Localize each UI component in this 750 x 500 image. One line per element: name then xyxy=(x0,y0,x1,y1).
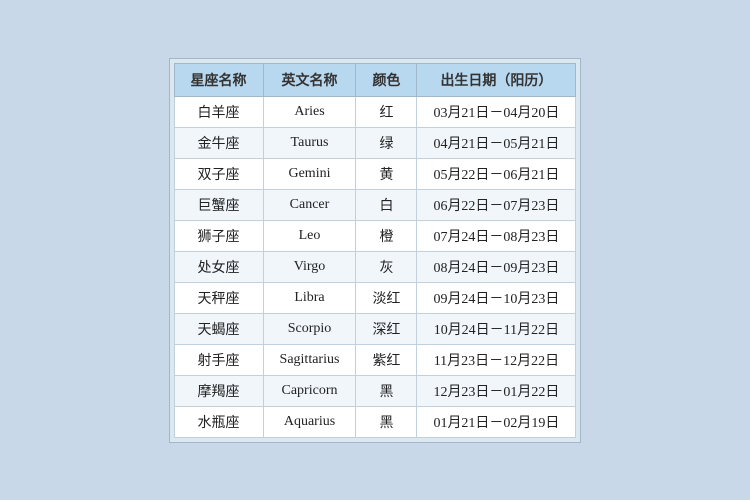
table-row: 双子座Gemini黄05月22日－06月21日 xyxy=(174,158,576,189)
table-cell: Gemini xyxy=(263,158,356,189)
table-row: 天秤座Libra淡红09月24日－10月23日 xyxy=(174,282,576,313)
table-cell: 黑 xyxy=(356,375,417,406)
table-row: 白羊座Aries红03月21日－04月20日 xyxy=(174,96,576,127)
table-cell: Virgo xyxy=(263,251,356,282)
table-cell: 01月21日－02月19日 xyxy=(417,406,576,437)
table-cell: Capricorn xyxy=(263,375,356,406)
table-cell: 03月21日－04月20日 xyxy=(417,96,576,127)
table-cell: 金牛座 xyxy=(174,127,263,158)
table-cell: Aries xyxy=(263,96,356,127)
table-cell: Scorpio xyxy=(263,313,356,344)
table-row: 巨蟹座Cancer白06月22日－07月23日 xyxy=(174,189,576,220)
table-row: 金牛座Taurus绿04月21日－05月21日 xyxy=(174,127,576,158)
table-cell: 橙 xyxy=(356,220,417,251)
header-color: 颜色 xyxy=(356,63,417,96)
zodiac-table-container: 星座名称 英文名称 颜色 出生日期（阳历） 白羊座Aries红03月21日－04… xyxy=(169,58,582,443)
table-cell: 射手座 xyxy=(174,344,263,375)
table-cell: 07月24日－08月23日 xyxy=(417,220,576,251)
table-cell: 12月23日－01月22日 xyxy=(417,375,576,406)
table-row: 摩羯座Capricorn黑12月23日－01月22日 xyxy=(174,375,576,406)
table-row: 水瓶座Aquarius黑01月21日－02月19日 xyxy=(174,406,576,437)
table-cell: 黄 xyxy=(356,158,417,189)
table-cell: 06月22日－07月23日 xyxy=(417,189,576,220)
table-cell: 水瓶座 xyxy=(174,406,263,437)
table-row: 天蝎座Scorpio深红10月24日－11月22日 xyxy=(174,313,576,344)
table-cell: 双子座 xyxy=(174,158,263,189)
table-cell: 11月23日－12月22日 xyxy=(417,344,576,375)
table-cell: 10月24日－11月22日 xyxy=(417,313,576,344)
table-cell: Cancer xyxy=(263,189,356,220)
table-cell: 巨蟹座 xyxy=(174,189,263,220)
table-cell: 处女座 xyxy=(174,251,263,282)
table-cell: 04月21日－05月21日 xyxy=(417,127,576,158)
table-cell: 灰 xyxy=(356,251,417,282)
table-cell: 08月24日－09月23日 xyxy=(417,251,576,282)
zodiac-table: 星座名称 英文名称 颜色 出生日期（阳历） 白羊座Aries红03月21日－04… xyxy=(174,63,577,438)
table-cell: Taurus xyxy=(263,127,356,158)
table-cell: Sagittarius xyxy=(263,344,356,375)
table-cell: 白 xyxy=(356,189,417,220)
table-header-row: 星座名称 英文名称 颜色 出生日期（阳历） xyxy=(174,63,576,96)
table-cell: Aquarius xyxy=(263,406,356,437)
table-cell: 白羊座 xyxy=(174,96,263,127)
header-birthdate: 出生日期（阳历） xyxy=(417,63,576,96)
table-row: 处女座Virgo灰08月24日－09月23日 xyxy=(174,251,576,282)
table-cell: 09月24日－10月23日 xyxy=(417,282,576,313)
table-row: 狮子座Leo橙07月24日－08月23日 xyxy=(174,220,576,251)
table-row: 射手座Sagittarius紫红11月23日－12月22日 xyxy=(174,344,576,375)
header-chinese-name: 星座名称 xyxy=(174,63,263,96)
table-cell: Leo xyxy=(263,220,356,251)
table-cell: 紫红 xyxy=(356,344,417,375)
table-cell: Libra xyxy=(263,282,356,313)
table-cell: 天蝎座 xyxy=(174,313,263,344)
table-cell: 红 xyxy=(356,96,417,127)
header-english-name: 英文名称 xyxy=(263,63,356,96)
table-cell: 黑 xyxy=(356,406,417,437)
table-cell: 05月22日－06月21日 xyxy=(417,158,576,189)
table-cell: 绿 xyxy=(356,127,417,158)
table-cell: 淡红 xyxy=(356,282,417,313)
table-cell: 天秤座 xyxy=(174,282,263,313)
table-cell: 狮子座 xyxy=(174,220,263,251)
table-cell: 摩羯座 xyxy=(174,375,263,406)
table-cell: 深红 xyxy=(356,313,417,344)
